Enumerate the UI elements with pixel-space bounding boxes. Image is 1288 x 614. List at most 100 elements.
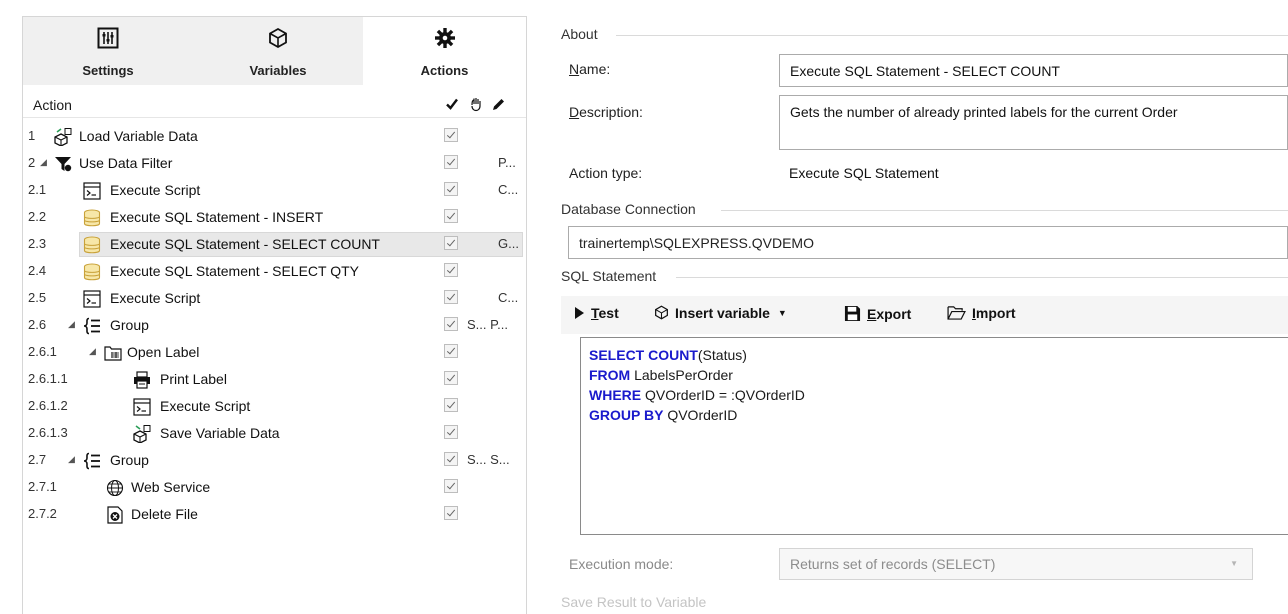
tree-row[interactable]: 2.2 Execute SQL Statement - INSERT	[23, 205, 526, 232]
action-type-value: Execute SQL Statement	[789, 165, 939, 181]
row-number: 2.6	[28, 317, 47, 332]
enabled-checkbox[interactable]	[444, 398, 458, 412]
enabled-checkbox[interactable]	[444, 452, 458, 466]
enabled-checkbox[interactable]	[444, 317, 458, 331]
sql-line: WHERE QVOrderID = :QVOrderID	[589, 385, 1288, 405]
tab-settings[interactable]: Settings	[23, 17, 193, 85]
column-header-action: Action	[33, 97, 72, 113]
hand-icon[interactable]	[469, 96, 483, 112]
import-label: mport	[975, 305, 1016, 321]
folder-open-icon	[947, 306, 966, 320]
section-save-result-title: Save Result to Variable	[561, 594, 707, 610]
row-label: Print Label	[160, 371, 227, 387]
tree-row[interactable]: 2.7.2 Delete File	[23, 502, 526, 529]
enabled-checkbox[interactable]	[444, 155, 458, 169]
collapse-arrow-icon[interactable]: ◢	[68, 319, 75, 330]
description-label-text: escription:	[579, 104, 643, 120]
tree-row[interactable]: 2.5 Execute Script C...	[23, 286, 526, 313]
row-label: Delete File	[131, 506, 198, 522]
tree-row[interactable]: 1 Load Variable Data	[23, 124, 526, 151]
row-number: 2.6.1.3	[28, 425, 68, 440]
test-button[interactable]: Test	[574, 305, 619, 325]
enabled-checkbox[interactable]	[444, 128, 458, 142]
export-label: xport	[876, 306, 912, 322]
tree-row[interactable]: 2.6.1.1 Print Label	[23, 367, 526, 394]
collapse-arrow-icon[interactable]: ◢	[68, 454, 75, 465]
insert-variable-label: Insert variable	[675, 305, 770, 321]
sql-line: GROUP BY QVOrderID	[589, 405, 1288, 425]
database-icon	[83, 263, 101, 281]
tab-variables[interactable]: Variables	[193, 17, 363, 85]
variable-cube-icon	[655, 305, 668, 320]
printer-icon	[134, 371, 150, 389]
row-number: 2.6.1.2	[28, 398, 68, 413]
enabled-checkbox[interactable]	[444, 236, 458, 250]
row-label: Use Data Filter	[79, 155, 173, 171]
insert-variable-button[interactable]: Insert variable ▼	[654, 305, 787, 325]
enabled-checkbox[interactable]	[444, 479, 458, 493]
collapse-arrow-icon[interactable]: ◢	[40, 157, 47, 168]
row-description: S... S...	[467, 452, 510, 467]
row-label: Load Variable Data	[79, 128, 198, 144]
play-icon	[575, 307, 584, 319]
row-label: Save Variable Data	[160, 425, 280, 441]
settings-sliders-icon	[97, 27, 119, 49]
sql-editor[interactable]: SELECT COUNT(Status) FROM LabelsPerOrder…	[580, 337, 1288, 535]
group-brace-icon	[83, 317, 100, 335]
row-label: Open Label	[127, 344, 200, 360]
variables-cube-icon	[269, 27, 287, 49]
save-disk-icon	[844, 305, 861, 322]
enabled-checkbox[interactable]	[444, 371, 458, 385]
execution-mode-select: Returns set of records (SELECT) ▼	[779, 548, 1253, 580]
row-label: Group	[110, 317, 149, 333]
row-label: Execute Script	[110, 182, 201, 198]
tree-row[interactable]: 2.6.1 ◢ Open Label	[23, 340, 526, 367]
filter-icon	[55, 157, 72, 172]
row-number: 2	[28, 155, 36, 170]
row-number: 2.7.2	[28, 506, 57, 521]
tree-row[interactable]: 2.1 Execute Script C...	[23, 178, 526, 205]
row-number: 2.7.1	[28, 479, 57, 494]
tree-row[interactable]: 2 ◢ Use Data Filter P...	[23, 151, 526, 178]
chevron-down-icon: ▼	[1230, 559, 1238, 568]
section-sql-title: SQL Statement	[561, 268, 657, 284]
tree-row-selected[interactable]: 2.3 Execute SQL Statement - SELECT COUNT…	[23, 232, 526, 259]
checkmark-icon[interactable]	[445, 96, 459, 112]
tree-row[interactable]: 2.6 ◢ Group S... P...	[23, 313, 526, 340]
tab-bar: Settings Variables Actions	[23, 17, 526, 85]
sql-line: FROM LabelsPerOrder	[589, 365, 1288, 385]
enabled-checkbox[interactable]	[444, 290, 458, 304]
row-label: Execute Script	[160, 398, 251, 414]
collapse-arrow-icon[interactable]: ◢	[89, 346, 96, 357]
tree-row[interactable]: 2.6.1.3 Save Variable Data	[23, 421, 526, 448]
pencil-icon[interactable]	[491, 96, 505, 112]
tree-row[interactable]: 2.6.1.2 Execute Script	[23, 394, 526, 421]
tab-actions[interactable]: Actions	[363, 17, 526, 85]
database-icon	[83, 236, 101, 254]
test-label: est	[598, 305, 619, 321]
row-label: Web Service	[131, 479, 211, 495]
script-icon	[83, 290, 101, 308]
name-input[interactable]	[779, 54, 1288, 87]
connection-string-input[interactable]: trainertemp\SQLEXPRESS.QVDEMO	[568, 226, 1288, 259]
enabled-checkbox[interactable]	[444, 425, 458, 439]
description-textarea[interactable]: Gets the number of already printed label…	[779, 95, 1288, 150]
enabled-checkbox[interactable]	[444, 182, 458, 196]
enabled-checkbox[interactable]	[444, 209, 458, 223]
export-button[interactable]: Export	[844, 305, 911, 325]
enabled-checkbox[interactable]	[444, 263, 458, 277]
enabled-checkbox[interactable]	[444, 506, 458, 520]
enabled-checkbox[interactable]	[444, 344, 458, 358]
gear-icon	[434, 28, 455, 48]
tree-row[interactable]: 2.7.1 Web Service	[23, 475, 526, 502]
import-button[interactable]: Import	[947, 305, 1016, 325]
sql-text: LabelsPerOrder	[630, 367, 733, 383]
row-description: C...	[498, 290, 519, 305]
actions-panel: Settings Variables Actions Action 1 Load…	[22, 16, 527, 614]
tree-row[interactable]: 2.7 ◢ Group S... S...	[23, 448, 526, 475]
row-label: Execute SQL Statement - INSERT	[110, 209, 324, 225]
description-label: Description:	[569, 104, 643, 120]
tree-row[interactable]: 2.4 Execute SQL Statement - SELECT QTY	[23, 259, 526, 286]
globe-icon	[106, 479, 124, 497]
row-number: 2.4	[28, 263, 47, 278]
